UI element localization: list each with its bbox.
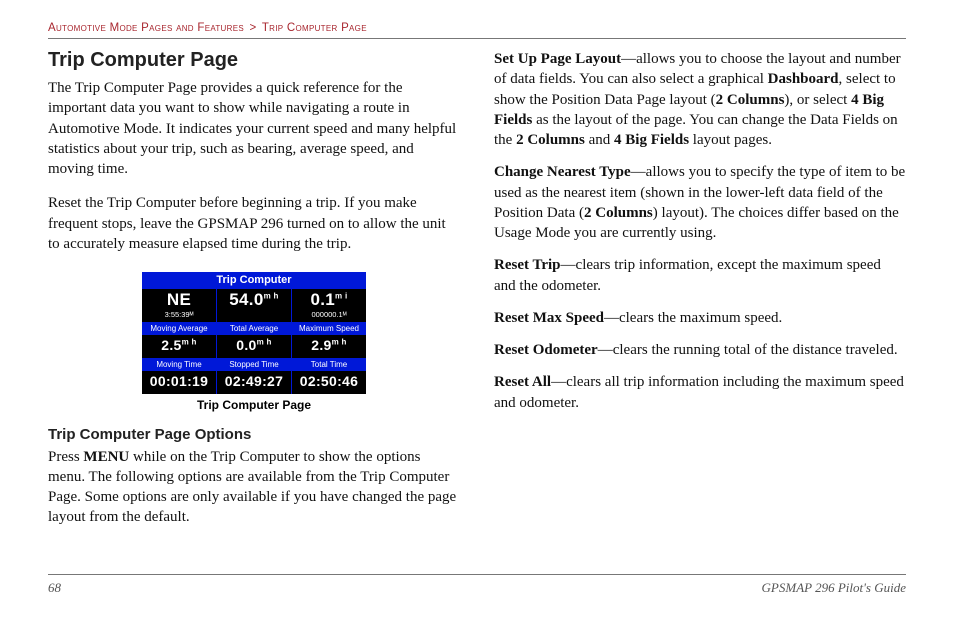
options-title: Trip Computer Page Options bbox=[48, 426, 460, 443]
breadcrumb: Automotive Mode Pages and Features > Tri… bbox=[48, 22, 906, 39]
option-reset-all: Reset All—clears all trip information in… bbox=[494, 372, 906, 413]
fig-title: Trip Computer bbox=[142, 272, 366, 289]
option-change-nearest: Change Nearest Type—allows you to specif… bbox=[494, 162, 906, 243]
breadcrumb-page: Trip Computer Page bbox=[262, 22, 367, 34]
trip-computer-screenshot: Trip Computer NE 3:55:39ᴹ 54.0m h 0.1m i… bbox=[142, 272, 366, 394]
figure-caption: Trip Computer Page bbox=[48, 398, 460, 412]
heading-cell: NE 3:55:39ᴹ bbox=[142, 289, 217, 322]
page-title: Trip Computer Page bbox=[48, 49, 460, 72]
intro-paragraph: The Trip Computer Page provides a quick … bbox=[48, 78, 460, 179]
breadcrumb-separator: > bbox=[249, 22, 256, 34]
content-columns: Trip Computer Page The Trip Computer Pag… bbox=[48, 49, 906, 542]
option-reset-trip: Reset Trip—clears trip information, exce… bbox=[494, 255, 906, 296]
fig-labels-2: Moving Time Stopped Time Total Time bbox=[142, 358, 366, 371]
page-footer: 68 GPSMAP 296 Pilot's Guide bbox=[48, 574, 906, 596]
speed-cell: 54.0m h bbox=[217, 289, 292, 322]
book-title: GPSMAP 296 Pilot's Guide bbox=[762, 580, 906, 596]
options-intro: Press MENU while on the Trip Computer to… bbox=[48, 447, 460, 528]
fig-row-1: NE 3:55:39ᴹ 54.0m h 0.1m i 000000.1ᴹ bbox=[142, 289, 366, 322]
breadcrumb-section: Automotive Mode Pages and Features bbox=[48, 22, 244, 34]
fig-row-2: 2.5m h 0.0m h 2.9m h bbox=[142, 335, 366, 358]
figure-wrapper: Trip Computer NE 3:55:39ᴹ 54.0m h 0.1m i… bbox=[48, 272, 460, 412]
left-column: Trip Computer Page The Trip Computer Pag… bbox=[48, 49, 460, 542]
fig-row-3: 00:01:19 02:49:27 02:50:46 bbox=[142, 371, 366, 394]
odometer-cell: 0.1m i 000000.1ᴹ bbox=[292, 289, 366, 322]
option-reset-odometer: Reset Odometer—clears the running total … bbox=[494, 340, 906, 360]
option-reset-max-speed: Reset Max Speed—clears the maximum speed… bbox=[494, 308, 906, 328]
fig-labels-1: Moving Average Total Average Maximum Spe… bbox=[142, 322, 366, 335]
right-column: Set Up Page Layout—allows you to choose … bbox=[494, 49, 906, 542]
page-number: 68 bbox=[48, 580, 61, 596]
option-setup-layout: Set Up Page Layout—allows you to choose … bbox=[494, 49, 906, 150]
reset-paragraph: Reset the Trip Computer before beginning… bbox=[48, 193, 460, 254]
